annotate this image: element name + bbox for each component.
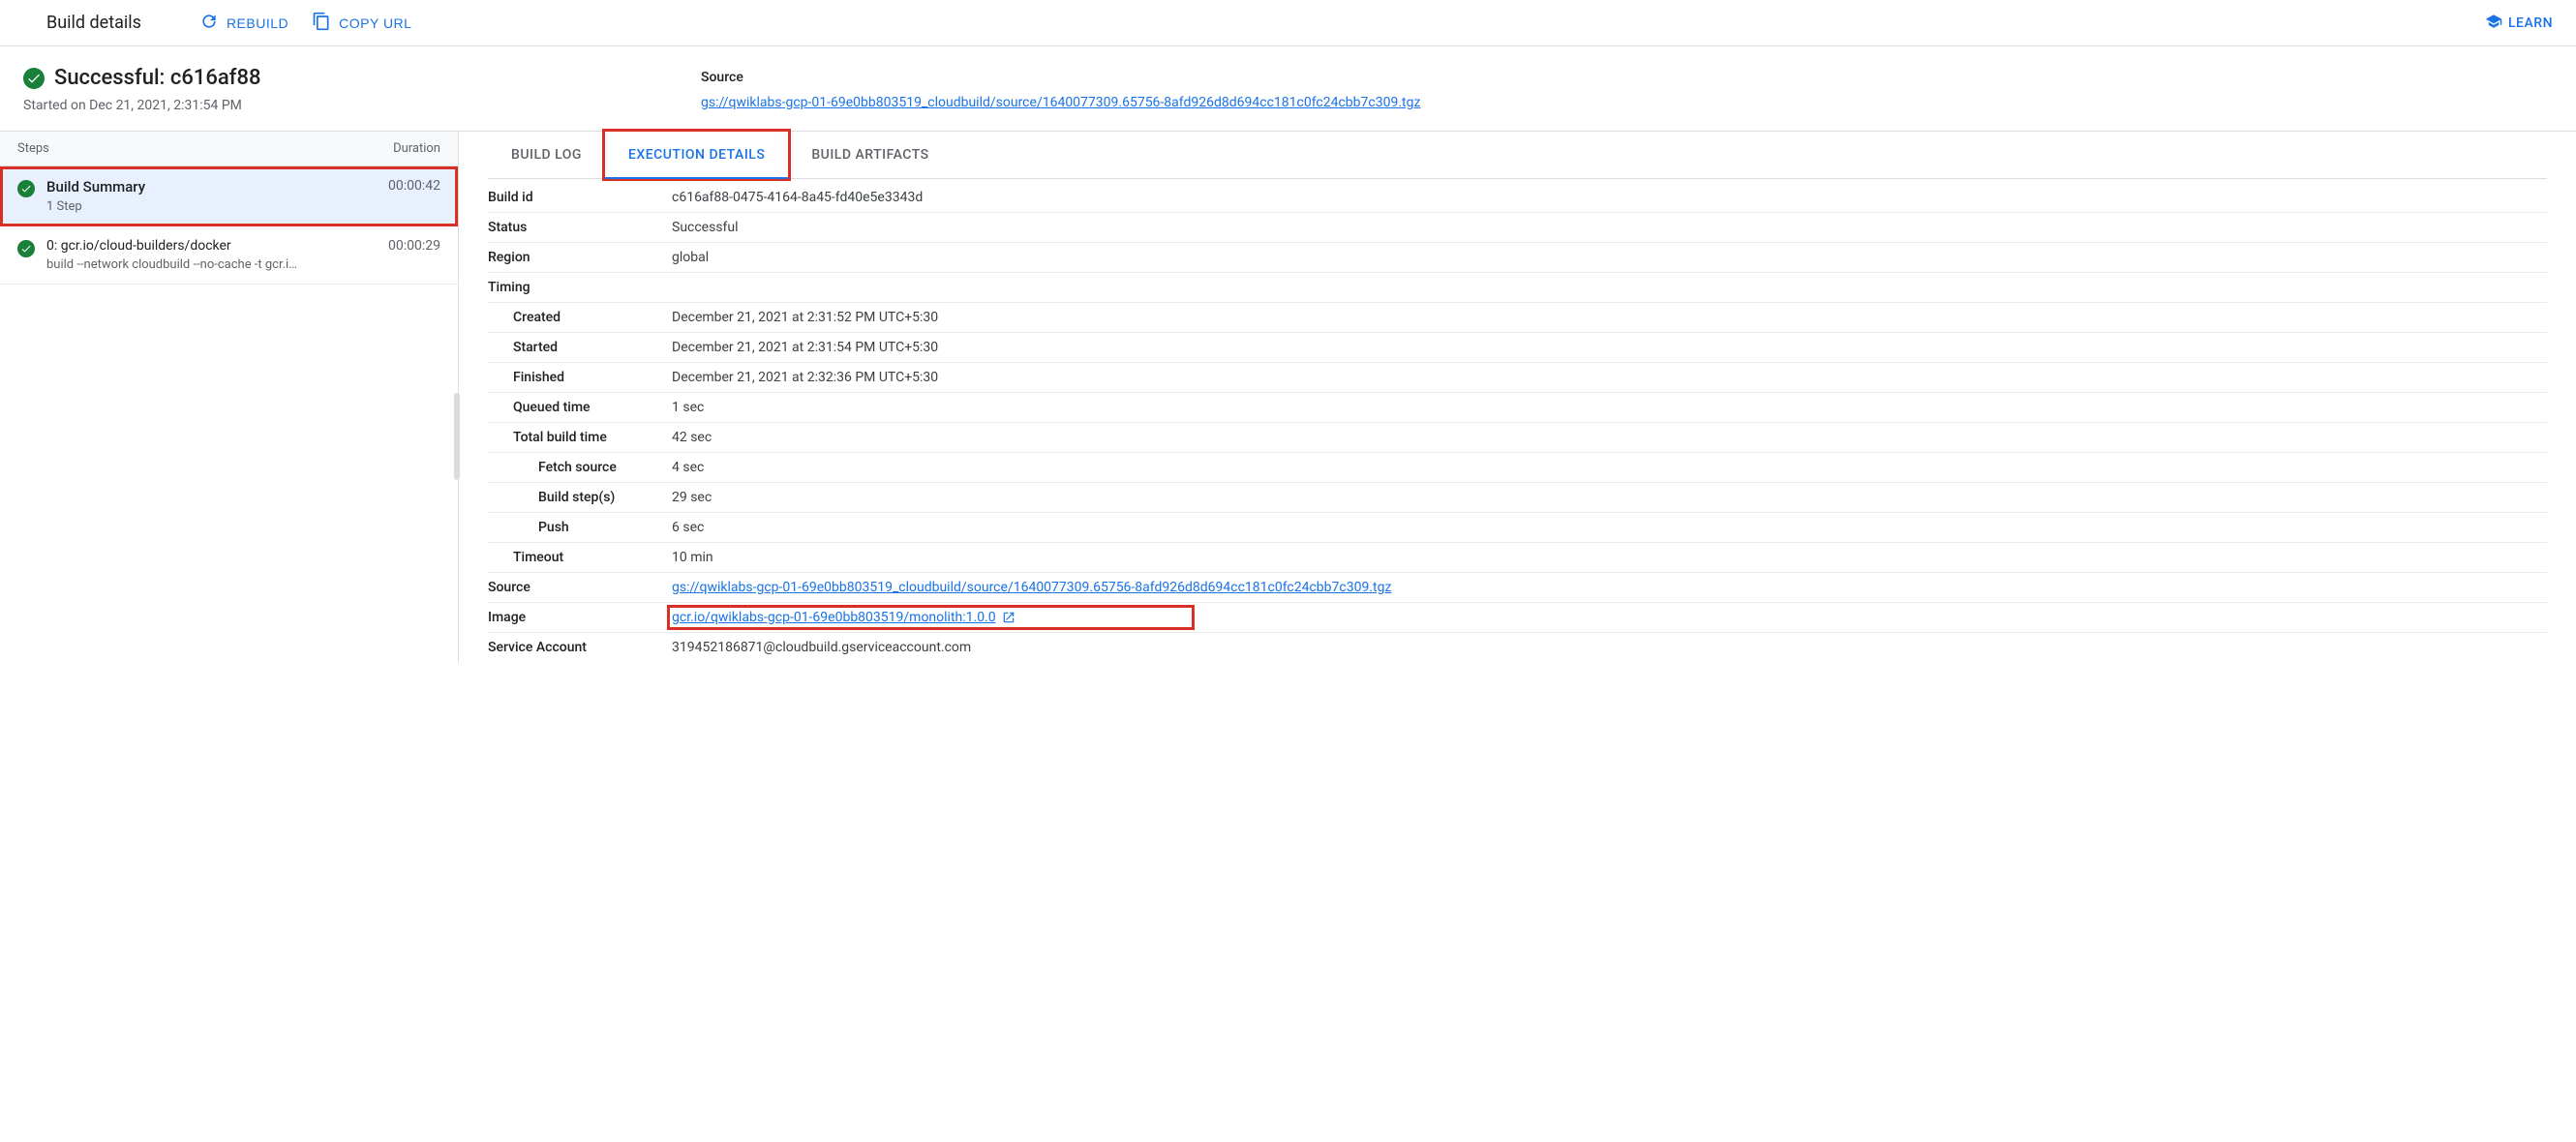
rebuild-button[interactable]: REBUILD bbox=[188, 4, 300, 42]
scrollbar[interactable] bbox=[454, 393, 460, 480]
queued-label: Queued time bbox=[488, 400, 672, 415]
queued-value: 1 sec bbox=[672, 400, 2547, 415]
source-row-label: Source bbox=[488, 580, 672, 595]
step-title: Build Summary bbox=[46, 178, 377, 195]
step-subtitle: 1 Step bbox=[46, 199, 377, 214]
step-duration: 00:00:29 bbox=[388, 238, 440, 254]
duration-column-header: Duration bbox=[393, 141, 440, 156]
build-steps-value: 29 sec bbox=[672, 490, 2547, 505]
push-label: Push bbox=[488, 520, 672, 535]
step-subtitle: build --network cloudbuild --no-cache -t… bbox=[46, 257, 377, 272]
fetch-source-label: Fetch source bbox=[488, 460, 672, 475]
learn-label: LEARN bbox=[2508, 15, 2553, 31]
status-title: Successful: c616af88 bbox=[54, 66, 260, 90]
step-row-summary[interactable]: Build Summary 1 Step 00:00:42 bbox=[0, 166, 458, 226]
finished-value: December 21, 2021 at 2:32:36 PM UTC+5:30 bbox=[672, 370, 2547, 385]
timeout-label: Timeout bbox=[488, 550, 672, 565]
refresh-icon bbox=[199, 12, 219, 34]
image-link[interactable]: gcr.io/qwiklabs-gcp-01-69e0bb803519/mono… bbox=[672, 610, 996, 625]
success-icon bbox=[17, 240, 35, 257]
fetch-source-value: 4 sec bbox=[672, 460, 2547, 475]
push-value: 6 sec bbox=[672, 520, 2547, 535]
tabs: BUILD LOG EXECUTION DETAILS BUILD ARTIFA… bbox=[488, 132, 2547, 179]
step-title: 0: gcr.io/cloud-builders/docker bbox=[46, 238, 377, 254]
image-label: Image bbox=[488, 610, 672, 625]
tab-build-artifacts[interactable]: BUILD ARTIFACTS bbox=[788, 132, 952, 178]
summary-section: Successful: c616af88 Started on Dec 21, … bbox=[0, 46, 2576, 132]
region-value: global bbox=[672, 250, 2547, 265]
build-id-label: Build id bbox=[488, 190, 672, 205]
timeout-value: 10 min bbox=[672, 550, 2547, 565]
rebuild-label: REBUILD bbox=[227, 15, 288, 31]
started-value: December 21, 2021 at 2:31:54 PM UTC+5:30 bbox=[672, 340, 2547, 355]
steps-column-header: Steps bbox=[17, 141, 393, 156]
top-bar: Build details REBUILD COPY URL LEARN bbox=[0, 0, 2576, 46]
learn-button[interactable]: LEARN bbox=[2485, 13, 2553, 34]
source-heading: Source bbox=[701, 70, 2553, 85]
started-label: Started bbox=[488, 340, 672, 355]
success-icon bbox=[23, 68, 45, 89]
steps-panel: Steps Duration Build Summary 1 Step 00:0… bbox=[0, 132, 459, 662]
image-link-wrap: gcr.io/qwiklabs-gcp-01-69e0bb803519/mono… bbox=[672, 610, 1190, 625]
copy-url-button[interactable]: COPY URL bbox=[300, 4, 423, 42]
source-row-link[interactable]: gs://qwiklabs-gcp-01-69e0bb803519_cloudb… bbox=[672, 580, 2547, 595]
created-label: Created bbox=[488, 310, 672, 325]
service-account-value: 319452186871@cloudbuild.gserviceaccount.… bbox=[672, 640, 2547, 655]
status-label: Status bbox=[488, 220, 672, 235]
build-id-value: c616af88-0475-4164-8a45-fd40e5e3343d bbox=[672, 190, 2547, 205]
created-value: December 21, 2021 at 2:31:52 PM UTC+5:30 bbox=[672, 310, 2547, 325]
service-account-label: Service Account bbox=[488, 640, 672, 655]
source-link[interactable]: gs://qwiklabs-gcp-01-69e0bb803519_cloudb… bbox=[701, 95, 1420, 110]
build-steps-label: Build step(s) bbox=[488, 490, 672, 505]
details-table: Build idc616af88-0475-4164-8a45-fd40e5e3… bbox=[488, 183, 2547, 662]
timing-label: Timing bbox=[488, 280, 672, 295]
tab-build-log[interactable]: BUILD LOG bbox=[488, 132, 605, 178]
copy-url-label: COPY URL bbox=[339, 15, 411, 31]
total-build-time-label: Total build time bbox=[488, 430, 672, 445]
page-title: Build details bbox=[46, 13, 141, 33]
external-link-icon[interactable] bbox=[1002, 611, 1015, 624]
steps-table-header: Steps Duration bbox=[0, 132, 458, 166]
step-row-0[interactable]: 0: gcr.io/cloud-builders/docker build --… bbox=[0, 226, 458, 285]
learn-icon bbox=[2485, 13, 2502, 34]
success-icon bbox=[17, 180, 35, 197]
step-duration: 00:00:42 bbox=[388, 178, 440, 194]
region-label: Region bbox=[488, 250, 672, 265]
tab-execution-details[interactable]: EXECUTION DETAILS bbox=[605, 132, 788, 178]
finished-label: Finished bbox=[488, 370, 672, 385]
started-text: Started on Dec 21, 2021, 2:31:54 PM bbox=[23, 98, 623, 113]
status-value: Successful bbox=[672, 220, 2547, 235]
copy-icon bbox=[312, 12, 331, 34]
total-build-time-value: 42 sec bbox=[672, 430, 2547, 445]
details-panel: BUILD LOG EXECUTION DETAILS BUILD ARTIFA… bbox=[459, 132, 2576, 662]
